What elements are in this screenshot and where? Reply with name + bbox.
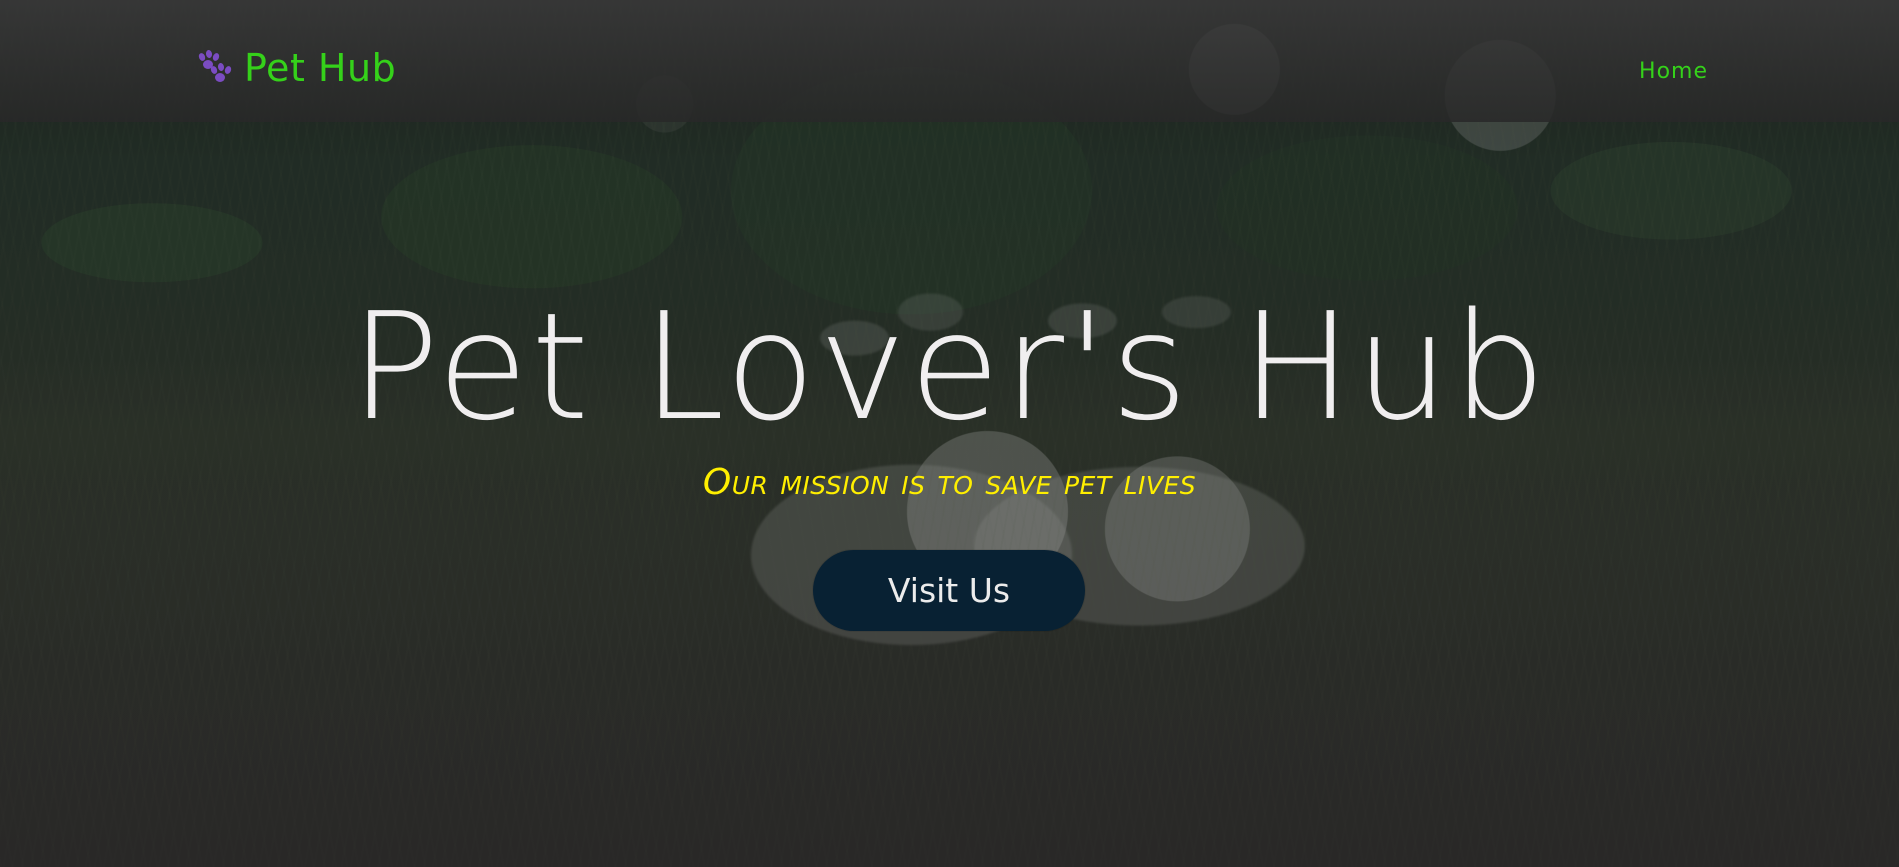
hero-title: Pet Lover's Hub	[350, 281, 1549, 453]
brand-logo[interactable]: Pet Hub	[196, 49, 396, 87]
nav-link-home[interactable]: Home	[1639, 61, 1708, 83]
hero-section: Pet Hub Home Pet Lover's Hub Our mission…	[0, 0, 1899, 867]
visit-us-button[interactable]: Visit Us	[813, 550, 1085, 631]
brand-title: Pet Hub	[244, 46, 397, 90]
hero-subtitle: Our mission is to save pet lives	[702, 462, 1197, 503]
paw-icon	[196, 49, 234, 87]
hero-content: Pet Lover's Hub Our mission is to save p…	[0, 293, 1899, 501]
top-navbar: Pet Hub Home	[0, 0, 1899, 122]
